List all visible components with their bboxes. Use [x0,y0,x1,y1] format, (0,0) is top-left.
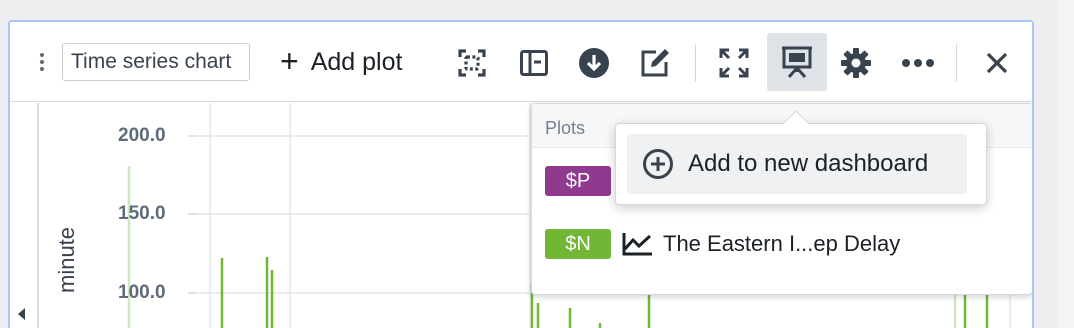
right-gutter [1058,0,1074,328]
layout-button[interactable] [507,36,561,90]
plot-badge: $N [545,229,611,259]
toolbar-separator [695,44,696,82]
toolbar: + Add plot [10,22,1032,102]
add-circle-icon [643,149,673,179]
layout-icon [520,50,548,76]
line-chart-icon [622,233,652,256]
focus-icon [458,49,486,77]
toolbar-separator [956,44,957,82]
drag-handle-icon[interactable] [36,50,48,76]
y-tick-label: 150.0 [118,203,166,224]
close-button[interactable] [970,36,1024,90]
fullscreen-icon [719,48,749,78]
add-to-new-dashboard-item[interactable]: Add to new dashboard [627,134,967,194]
y-tick-label: 100.0 [118,282,166,303]
edit-button[interactable] [628,36,682,90]
edit-icon [641,49,669,77]
download-button[interactable] [567,36,621,90]
download-icon [579,48,609,78]
plot-name: The Eastern I...ep Delay [663,231,901,256]
gear-icon [841,48,871,78]
chart-title-input[interactable] [62,43,250,81]
plot-list-item[interactable]: $P [545,164,611,198]
plot-list-item[interactable]: $N The Eastern I...ep Delay [545,227,900,261]
y-tick-label: 200.0 [118,125,166,146]
presentation-icon [782,46,812,78]
settings-button[interactable] [829,36,883,90]
focus-button[interactable] [445,36,499,90]
chart-panel: + Add plot [8,20,1034,328]
add-plot-button[interactable]: + Add plot [280,42,402,82]
more-icon [902,59,934,67]
add-to-dashboard-button[interactable] [767,33,827,91]
close-icon [986,52,1008,74]
add-plot-label: Add plot [310,47,403,76]
scroll-left-icon[interactable] [18,308,25,320]
more-button[interactable] [891,36,945,90]
y-axis-label: minute [54,226,79,293]
plus-icon: + [280,42,299,79]
menu-item-label: Add to new dashboard [688,150,929,177]
dashboard-menu: Add to new dashboard [615,110,987,205]
plot-badge: $P [545,166,611,196]
fullscreen-button[interactable] [707,36,761,90]
